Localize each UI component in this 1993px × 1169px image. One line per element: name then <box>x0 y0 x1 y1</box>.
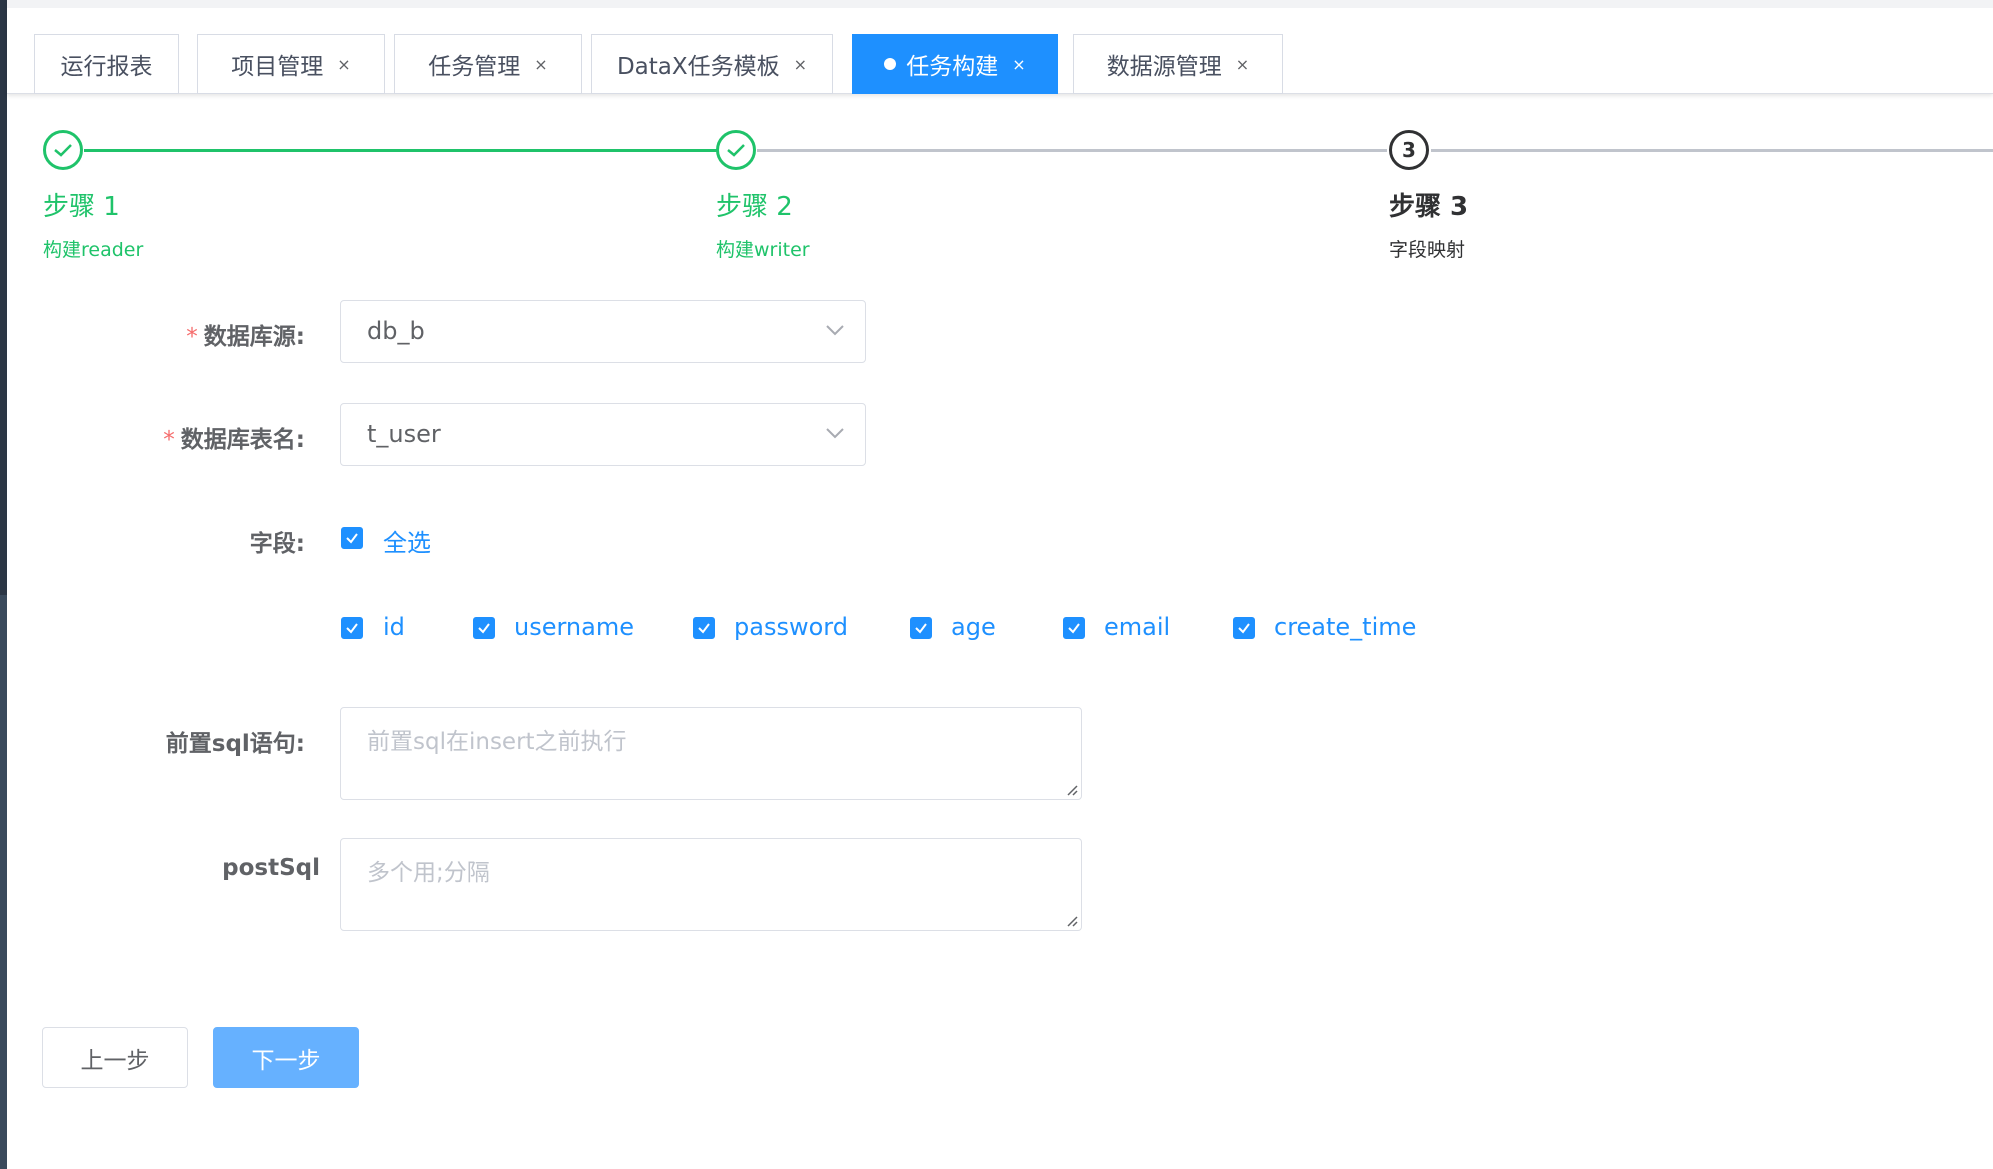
chevron-down-icon <box>826 428 844 439</box>
datasource-select[interactable]: db_b <box>340 300 866 363</box>
step-1-title: 步骤 1 <box>43 192 120 222</box>
required-mark: * <box>163 427 175 453</box>
active-dot-icon <box>884 58 897 70</box>
tab-datax-template[interactable]: DataX任务模板 × <box>591 34 833 94</box>
tab-label: 运行报表 <box>60 54 153 80</box>
checkbox-checked-icon[interactable] <box>341 527 363 549</box>
post-sql-label: postSql <box>222 855 320 881</box>
step-1-check-icon <box>43 130 83 170</box>
tab-label: DataX任务模板 <box>616 54 780 80</box>
checkbox-checked-icon[interactable] <box>1063 617 1085 639</box>
step-line-1 <box>84 149 718 152</box>
checkbox-checked-icon[interactable] <box>693 617 715 639</box>
tab-run-report[interactable]: 运行报表 <box>34 34 179 94</box>
step-1-desc: 构建reader <box>43 239 144 261</box>
left-sidebar-edge <box>0 0 7 1169</box>
table-label: * 数据库表名: <box>163 427 305 453</box>
field-checkbox-label[interactable]: create_time <box>1274 613 1416 641</box>
tab-task-build[interactable]: 任务构建 × <box>852 34 1058 94</box>
tab-datasource-management[interactable]: 数据源管理 × <box>1073 34 1283 94</box>
resize-grip-icon[interactable] <box>1064 913 1078 927</box>
tags-view-bar: 运行报表 项目管理 × 任务管理 × DataX任务模板 × 任务构建 × 数据… <box>7 0 1993 94</box>
required-mark: * <box>186 324 198 350</box>
pre-sql-textarea[interactable]: 前置sql在insert之前执行 <box>340 707 1082 800</box>
prev-step-button[interactable]: 上一步 <box>42 1027 188 1088</box>
step-3-number: 3 <box>1389 130 1429 170</box>
checkbox-checked-icon[interactable] <box>1233 617 1255 639</box>
table-select[interactable]: t_user <box>340 403 866 466</box>
tab-label: 任务管理 <box>428 54 521 80</box>
step-2-title: 步骤 2 <box>716 192 793 222</box>
chevron-down-icon <box>826 325 844 336</box>
field-checkbox-label[interactable]: username <box>514 613 634 641</box>
close-icon[interactable]: × <box>794 55 807 74</box>
checkbox-checked-icon[interactable] <box>910 617 932 639</box>
field-checkbox-label[interactable]: password <box>734 613 848 641</box>
next-step-button[interactable]: 下一步 <box>213 1027 359 1088</box>
step-line-3 <box>1431 149 1993 152</box>
tab-label: 数据源管理 <box>1106 54 1222 80</box>
post-sql-textarea[interactable]: 多个用;分隔 <box>340 838 1082 931</box>
table-value: t_user <box>367 420 441 448</box>
post-sql-placeholder: 多个用;分隔 <box>367 860 490 886</box>
close-icon[interactable]: × <box>1236 55 1249 74</box>
checkbox-checked-icon[interactable] <box>473 617 495 639</box>
field-checkbox-label[interactable]: email <box>1104 613 1170 641</box>
field-checkbox-label[interactable]: age <box>951 613 996 641</box>
fields-label: 字段: <box>249 531 305 557</box>
pre-sql-label: 前置sql语句: <box>165 731 305 757</box>
close-icon[interactable]: × <box>534 55 547 74</box>
tab-label: 任务构建 <box>906 54 999 80</box>
select-all-label[interactable]: 全选 <box>383 523 431 558</box>
step-2-check-icon <box>716 130 756 170</box>
resize-grip-icon[interactable] <box>1064 782 1078 796</box>
step-2-desc: 构建writer <box>716 239 810 261</box>
step-line-2 <box>757 149 1387 152</box>
field-checkbox-label[interactable]: id <box>383 613 405 641</box>
checkbox-checked-icon[interactable] <box>341 617 363 639</box>
tab-task-management[interactable]: 任务管理 × <box>394 34 582 94</box>
close-icon[interactable]: × <box>1012 55 1025 74</box>
datasource-label: * 数据库源: <box>186 324 305 350</box>
tab-project-management[interactable]: 项目管理 × <box>197 34 385 94</box>
step-3-title: 步骤 3 <box>1389 192 1469 222</box>
pre-sql-placeholder: 前置sql在insert之前执行 <box>367 729 627 755</box>
step-3-desc: 字段映射 <box>1389 239 1466 261</box>
tab-label: 项目管理 <box>231 54 324 80</box>
close-icon[interactable]: × <box>337 55 350 74</box>
datasource-value: db_b <box>367 317 425 345</box>
